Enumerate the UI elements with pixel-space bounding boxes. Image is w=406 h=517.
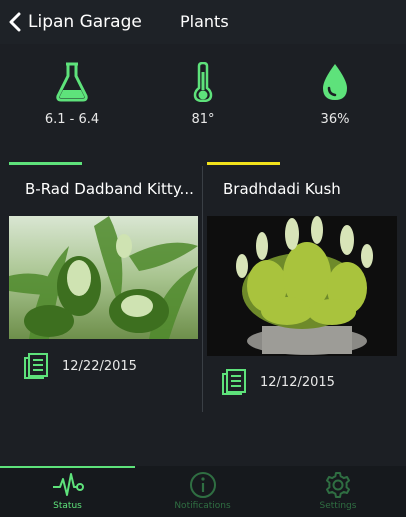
plant-date: 12/12/2015	[260, 374, 335, 390]
plant-photo[interactable]	[9, 216, 198, 339]
tab-notifications[interactable]: Notifications	[135, 466, 270, 517]
back-label: Lipan Garage	[28, 12, 142, 32]
chevron-left-icon	[9, 12, 21, 32]
tab-label: Settings	[319, 501, 357, 511]
pulse-icon	[52, 473, 84, 496]
plant-status-bar	[9, 162, 82, 165]
journal-icon	[24, 353, 48, 379]
ph-value: 6.1 - 6.4	[44, 112, 100, 127]
ph-stat: 6.1 - 6.4	[17, 62, 127, 127]
tab-status[interactable]: Status	[0, 466, 135, 517]
journal-icon	[222, 369, 246, 395]
nav-header: Lipan Garage Plants	[0, 0, 406, 44]
tab-label: Status	[53, 501, 82, 511]
water-drop-icon	[323, 64, 347, 100]
card-divider	[202, 166, 203, 412]
thermometer-icon	[193, 62, 213, 102]
humidity-value: 36%	[320, 112, 350, 127]
plant-date-row: 12/22/2015	[24, 353, 137, 379]
plant-name: Bradhdadi Kush	[223, 180, 341, 198]
plant-image	[9, 216, 198, 339]
tab-bar: Status Notifications Settings	[0, 466, 406, 517]
temperature-value: 81°	[191, 112, 215, 127]
temperature-stat: 81°	[148, 62, 258, 127]
plant-card[interactable]: B-Rad Dadband Kitty...	[9, 162, 199, 198]
plant-photo[interactable]	[207, 216, 397, 356]
tab-label: Notifications	[174, 501, 231, 511]
plant-date-row: 12/12/2015	[222, 369, 335, 395]
plant-name: B-Rad Dadband Kitty...	[25, 180, 194, 198]
flask-icon	[56, 62, 88, 102]
plant-status-bar	[207, 162, 280, 165]
humidity-stat: 36%	[280, 62, 390, 127]
info-icon	[189, 472, 216, 498]
environment-stats: 6.1 - 6.4 81° 36%	[0, 44, 406, 154]
back-button[interactable]: Lipan Garage	[8, 10, 142, 34]
gear-icon	[326, 472, 350, 498]
plant-date: 12/22/2015	[62, 358, 137, 374]
page-title: Plants	[180, 12, 229, 31]
plant-image	[207, 216, 397, 356]
plant-card[interactable]: Bradhdadi Kush	[207, 162, 397, 198]
tab-settings[interactable]: Settings	[270, 466, 406, 517]
